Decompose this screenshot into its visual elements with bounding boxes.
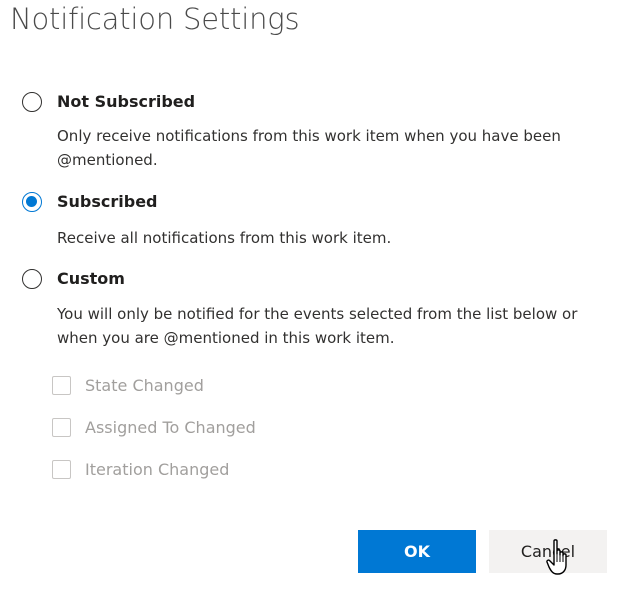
state-changed-checkbox[interactable] (52, 375, 71, 395)
not-subscribed-description: Only receive notifications from this wor… (57, 127, 561, 169)
custom-label[interactable]: Custom (57, 269, 125, 288)
state-changed-label: State Changed (85, 375, 204, 395)
subscribed-description: Receive all notifications from this work… (57, 229, 392, 247)
cancel-button[interactable]: Cancel (489, 530, 607, 573)
assigned-to-changed-label: Assigned To Changed (85, 417, 256, 437)
iteration-changed-checkbox[interactable] (52, 459, 71, 479)
dialog-title: Notification Settings (10, 2, 300, 36)
subscribed-radio[interactable] (22, 192, 42, 212)
assigned-to-changed-checkbox[interactable] (52, 417, 71, 437)
iteration-changed-option[interactable]: Iteration Changed (52, 458, 229, 480)
iteration-changed-label: Iteration Changed (85, 459, 230, 479)
subscribed-label[interactable]: Subscribed (57, 192, 158, 211)
notification-settings-dialog: Notification Settings Not Subscribed Onl… (0, 0, 628, 593)
ok-button[interactable]: OK (358, 530, 476, 573)
custom-description: You will only be notified for the events… (57, 305, 578, 347)
custom-radio[interactable] (22, 269, 42, 289)
not-subscribed-label[interactable]: Not Subscribed (57, 92, 195, 111)
state-changed-option[interactable]: State Changed (52, 374, 204, 396)
not-subscribed-radio[interactable] (22, 92, 42, 112)
assigned-to-changed-option[interactable]: Assigned To Changed (52, 416, 256, 438)
